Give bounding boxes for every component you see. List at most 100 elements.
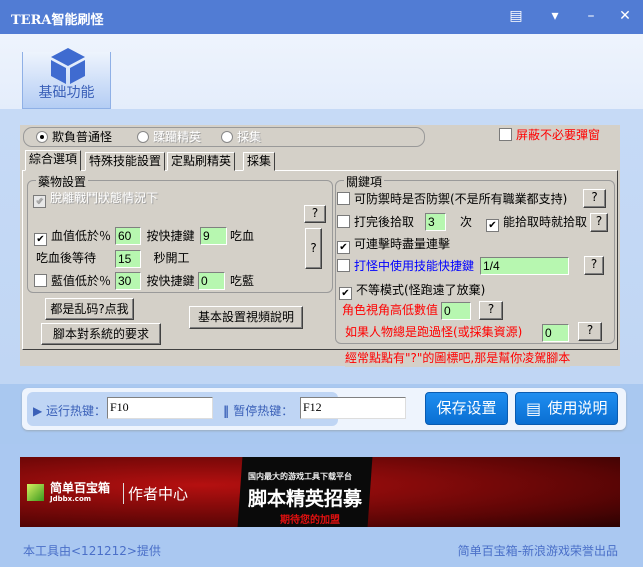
pause-hotkey-input[interactable]: F12 <box>300 397 406 419</box>
camera-input[interactable]: 0 <box>441 302 471 320</box>
cube-icon <box>51 48 85 84</box>
footer-publisher[interactable]: 简单百宝箱-新浪游戏荣誉出品 <box>458 542 618 559</box>
loot-after-checkbox[interactable]: 打完後拾取 <box>337 214 423 231</box>
checkbox-icon[interactable]: ✔ <box>337 241 350 254</box>
stuck-label: 如果人物總是跑過怪(或採集資源) <box>345 324 537 341</box>
checkbox-label: 不等模式(怪跑遠了放棄) <box>356 283 486 297</box>
checkbox-icon[interactable]: ✔ <box>486 219 499 232</box>
checkbox-icon[interactable]: ✔ <box>34 233 47 246</box>
mp-threshold-input[interactable]: 30 <box>115 272 141 290</box>
save-settings-button[interactable]: 保存设置 <box>425 392 508 425</box>
help-button[interactable]: ? <box>578 322 602 341</box>
radio-icon[interactable] <box>221 131 233 143</box>
requirements-button[interactable]: 腳本對系統的要求 <box>41 323 161 345</box>
loot-after-input[interactable]: 3 <box>425 213 446 231</box>
banner-line3: 期待您的加盟 <box>280 515 340 526</box>
radio-elite[interactable]: 蹂躪精英 <box>137 129 202 146</box>
block-popups-checkbox[interactable]: 屏蔽不必要彈窗 <box>499 127 601 144</box>
checkbox-label: 能拾取時就拾取 <box>503 215 588 229</box>
hotkey-label: 按快捷鍵 <box>143 273 198 290</box>
hp-threshold-input[interactable]: 60 <box>115 227 141 245</box>
mp-key-input[interactable]: 0 <box>198 272 225 290</box>
group-legend: 藥物設置 <box>36 173 89 190</box>
hp-checkbox[interactable]: ✔ 血值低於％ <box>34 228 114 246</box>
window-title: TERA智能刷怪 <box>11 13 104 28</box>
checkbox-icon[interactable] <box>337 215 350 228</box>
checkbox-label: 打怪中使用技能快捷鍵 <box>354 259 475 273</box>
pause-hotkey-label: ‖ 暂停热键： <box>223 402 293 419</box>
checkbox-label: 藍值低於％ <box>51 274 112 288</box>
loot-after-unit: 次 <box>448 214 484 231</box>
feedback-icon[interactable]: ▤ <box>506 8 526 26</box>
checkbox-icon[interactable] <box>337 192 350 205</box>
radio-icon[interactable] <box>137 131 149 143</box>
help-button[interactable]: ? <box>590 213 608 232</box>
document-icon: ▤ <box>526 399 542 418</box>
manual-button[interactable]: ▤ 使用说明 <box>515 392 618 425</box>
no-wait-checkbox[interactable]: ✔ 不等模式(怪跑遠了放棄) <box>339 282 497 300</box>
checkbox-label: 脫離戰鬥狀態情況下 <box>50 191 159 205</box>
brand-logo-icon <box>27 484 44 501</box>
hp-key-input[interactable]: 9 <box>200 227 227 245</box>
mp-suffix: 吃藍 <box>226 273 296 290</box>
radio-label: 欺負普通怪 <box>52 130 113 144</box>
close-icon[interactable]: ✕ <box>615 8 635 26</box>
checkbox-icon[interactable]: ✔ <box>33 195 46 208</box>
menu-dropdown-icon[interactable]: ▾ <box>545 8 565 26</box>
checkbox-icon[interactable]: ✔ <box>339 287 352 300</box>
help-button[interactable]: ? <box>583 189 606 208</box>
radio-label: 蹂躪精英 <box>153 130 202 144</box>
defend-checkbox[interactable]: 可防禦時是否防禦(不是所有職業都支持) <box>337 191 580 208</box>
banner-line1: 国内最大的游戏工具下载平台 <box>248 472 352 481</box>
hp-suffix: 吃血 <box>228 228 300 245</box>
checkbox-label: 打完後拾取 <box>354 215 415 229</box>
brand-name: 简单百宝箱 <box>50 481 111 495</box>
mp-checkbox[interactable]: 藍值低於％ <box>34 273 114 290</box>
ad-banner[interactable]: 简单百宝箱 Jdbbx.com 作者中心 国内最大的游戏工具下载平台 脚本精英招… <box>20 457 620 527</box>
tab-elite-spot[interactable]: 定點刷精英 <box>167 152 236 171</box>
video-guide-button[interactable]: 基本設置視頻說明 <box>189 306 303 329</box>
hint-text: 經常點點有"?"的圖標吧,那是幫你凌駕腳本 <box>345 350 571 367</box>
radio-normal[interactable]: 欺負普通怪 <box>36 129 113 146</box>
label-text: 运行热键： <box>46 404 107 418</box>
tab-gather[interactable]: 採集 <box>243 152 276 171</box>
tab-skills[interactable]: 特殊技能設置 <box>85 152 166 171</box>
minimize-icon[interactable]: – <box>581 8 601 26</box>
pause-icon: ‖ <box>223 404 234 418</box>
stuck-input[interactable]: 0 <box>542 324 569 342</box>
combo-checkbox[interactable]: ✔ 可連擊時盡量連擊 <box>337 236 507 254</box>
loot-asap-checkbox[interactable]: ✔ 能拾取時就拾取 <box>486 214 588 232</box>
help-button[interactable]: ? <box>304 205 326 223</box>
skill-key-input[interactable]: 1/4 <box>480 257 569 275</box>
run-hotkey-input[interactable]: F10 <box>107 397 213 419</box>
out-of-combat-checkbox[interactable]: ✔ 脫離戰鬥狀態情況下 <box>33 190 188 208</box>
nav-tab-label: 基础功能 <box>38 85 95 101</box>
checkbox-icon[interactable] <box>499 128 512 141</box>
footer-provider: 本工具由<121212>提供 <box>23 544 161 558</box>
banner-line2: 脚本精英招募 <box>248 488 363 510</box>
tab-general[interactable]: 綜合選項 <box>25 150 82 171</box>
help-button[interactable]: ? <box>305 228 322 269</box>
radio-label: 採集 <box>237 130 262 144</box>
play-icon: ▶ <box>33 404 47 418</box>
brand-domain: Jdbbx.com <box>50 495 92 503</box>
checkbox-label: 屏蔽不必要彈窗 <box>516 128 601 142</box>
button-label: 使用说明 <box>547 399 608 417</box>
hotkey-label: 按快捷鍵 <box>143 228 198 245</box>
help-button[interactable]: ? <box>584 256 604 275</box>
label-text: 暂停热键： <box>233 404 294 418</box>
camera-label: 角色視角高低數值 <box>342 302 440 319</box>
help-button[interactable]: ? <box>479 301 503 320</box>
checkbox-icon[interactable] <box>34 274 47 287</box>
wait-suffix: 秒開工 <box>143 250 200 267</box>
radio-gather[interactable]: 採集 <box>221 129 262 146</box>
skill-key-checkbox[interactable]: 打怪中使用技能快捷鍵 <box>337 258 479 275</box>
garbled-help-button[interactable]: 都是乱码?点我 <box>45 298 134 320</box>
checkbox-label: 血值低於％ <box>51 229 112 243</box>
nav-tab-basic[interactable]: 基础功能 <box>22 48 111 109</box>
group-legend: 關鍵項 <box>344 173 385 190</box>
wait-input[interactable]: 15 <box>115 250 141 268</box>
checkbox-icon[interactable] <box>337 259 350 272</box>
radio-icon[interactable] <box>36 131 48 143</box>
checkbox-label: 可防禦時是否防禦(不是所有職業都支持) <box>354 192 568 206</box>
